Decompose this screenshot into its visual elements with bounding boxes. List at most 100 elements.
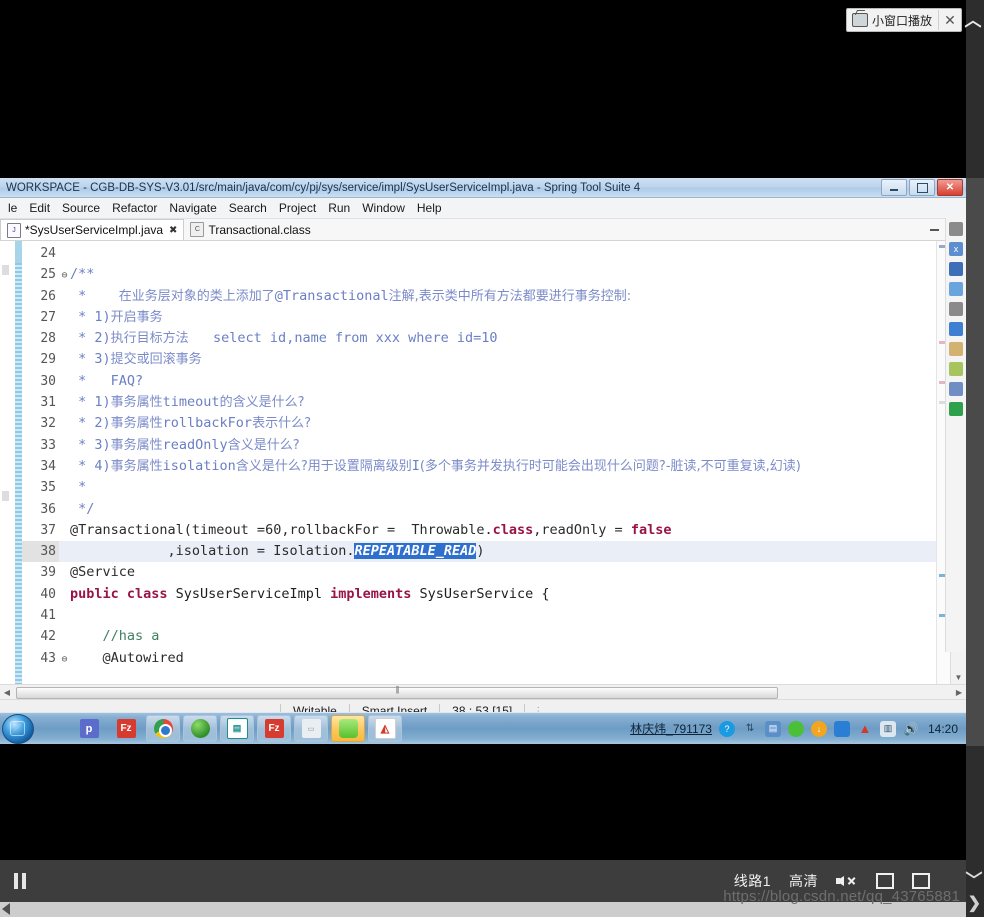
code-token: (多个事务并发执行时可能会出现什么问题?-脏读,不可重复读,幻读): [419, 458, 801, 474]
menu-item-help[interactable]: Help: [411, 198, 448, 218]
code-token: 含义是什么?: [227, 437, 300, 453]
volume-icon[interactable]: 🔊: [903, 721, 919, 737]
menu-item-project[interactable]: Project: [273, 198, 322, 218]
code-lines-container[interactable]: 24 25 ⊖/** 26 * 在业务层对象的类上添加了@Transactional注…: [22, 241, 936, 684]
code-line[interactable]: 27 * 1)开启事务: [22, 307, 936, 328]
menu-item-search[interactable]: Search: [223, 198, 273, 218]
network-icon[interactable]: ▥: [879, 720, 896, 737]
fullscreen-icon[interactable]: [912, 873, 930, 889]
shrink-icon[interactable]: [876, 873, 894, 889]
fz-icon: Fz: [264, 719, 284, 738]
code-text: * 在业务层对象的类上添加了@Transactional注解,表示类中所有方法都…: [70, 286, 631, 307]
taskbar-item-app-p[interactable]: p: [72, 715, 106, 742]
code-line[interactable]: 26 * 在业务层对象的类上添加了@Transactional注解,表示类中所有…: [22, 286, 936, 307]
tab-close-icon[interactable]: ✖: [167, 225, 177, 236]
taskbar-item-green-app[interactable]: [183, 715, 217, 742]
taskbar-item-teal-app[interactable]: ▤: [220, 715, 254, 742]
line-number: 38: [22, 541, 59, 563]
red-triangle-icon[interactable]: ▲: [857, 721, 873, 737]
code-line[interactable]: 37 @Transactional(timeout =60,rollbackFor…: [22, 520, 936, 541]
code-line[interactable]: 25 ⊖/**: [22, 264, 936, 285]
code-line[interactable]: 39 @Service: [22, 562, 936, 583]
tray-user-label[interactable]: 林庆炜_791173: [630, 720, 712, 737]
pip-playback-badge[interactable]: 小窗口播放 ✕: [845, 8, 962, 32]
clock[interactable]: 14:20: [926, 722, 958, 736]
menu-item-window[interactable]: Window: [356, 198, 411, 218]
code-line[interactable]: 28 * 2)执行目标方法 select id,name from xxx wh…: [22, 328, 936, 349]
code-token: 开启事务: [110, 309, 163, 325]
menu-item-file[interactable]: le: [2, 198, 23, 218]
line-number: 40: [40, 586, 56, 602]
perspective-icon-1[interactable]: [949, 222, 963, 236]
menu-item-navigate[interactable]: Navigate: [163, 198, 222, 218]
editor-horizontal-scrollbar[interactable]: ◀ ▶: [0, 684, 966, 699]
code-line[interactable]: 41: [22, 605, 936, 626]
code-line[interactable]: 43 ⊖ @Autowired: [22, 648, 936, 669]
taskbar-item-blank-window[interactable]: ▭: [294, 715, 328, 742]
code-line[interactable]: 42 //has a: [22, 626, 936, 647]
qq-icon[interactable]: ?: [718, 720, 735, 737]
blank-icon: ▭: [301, 719, 321, 738]
fold-toggle-icon[interactable]: ⊖: [59, 265, 70, 286]
window-titlebar[interactable]: WORKSPACE - CGB-DB-SYS-V3.01/src/main/ja…: [0, 178, 966, 198]
code-line[interactable]: 30 * FAQ?: [22, 371, 936, 392]
chevron-down-icon[interactable]: ﹀: [966, 868, 983, 890]
menu-item-edit[interactable]: Edit: [23, 198, 56, 218]
menu-item-run[interactable]: Run: [322, 198, 356, 218]
editor-annotation-ruler: [0, 241, 12, 684]
perspective-icon-4[interactable]: [949, 282, 963, 296]
scroll-left-arrow-icon[interactable]: ◀: [0, 688, 14, 697]
scroll-right-arrow-icon[interactable]: ▶: [952, 688, 966, 697]
code-editor-area[interactable]: 24 25 ⊖/** 26 * 在业务层对象的类上添加了@Transactional注…: [0, 241, 966, 684]
wechat-icon[interactable]: [787, 720, 804, 737]
chevron-right-icon[interactable]: ❯: [968, 893, 981, 913]
perspective-icon-2[interactable]: x: [949, 242, 963, 256]
pause-button[interactable]: [0, 860, 40, 902]
h-scrollbar-thumb[interactable]: [16, 687, 778, 699]
code-line[interactable]: 40 public class SysUserServiceImpl implem…: [22, 584, 936, 605]
code-line[interactable]: 38 ,isolation = Isolation.REPEATABLE_REA…: [22, 541, 936, 563]
menu-item-refactor[interactable]: Refactor: [106, 198, 163, 218]
perspective-icon-5[interactable]: [949, 302, 963, 316]
download-icon[interactable]: ↓: [810, 720, 827, 737]
tab-sysuserserviceimpl-java[interactable]: J *SysUserServiceImpl.java ✖: [0, 219, 185, 240]
taskbar-item-filezilla-2[interactable]: Fz: [257, 715, 291, 742]
minimize-button[interactable]: [881, 179, 907, 196]
restore-button[interactable]: [909, 179, 935, 196]
tab-label: Transactional.class: [208, 222, 311, 237]
menu-item-source[interactable]: Source: [56, 198, 106, 218]
code-line[interactable]: 32 * 2)事务属性rollbackFor表示什么?: [22, 413, 936, 434]
start-button[interactable]: [2, 713, 34, 744]
console-icon[interactable]: [949, 362, 963, 376]
mute-icon[interactable]: [836, 873, 858, 889]
taskbar-item-chrome[interactable]: [146, 715, 180, 742]
taskbar-item-wechat[interactable]: [331, 715, 365, 742]
security-shield-icon[interactable]: [833, 720, 850, 737]
code-line[interactable]: 34 * 4)事务属性isolation含义是什么?用于设置隔离级别I(多个事务…: [22, 456, 936, 477]
code-line[interactable]: 29 * 3)提交或回滚事务: [22, 349, 936, 370]
boot-dashboard-icon[interactable]: [949, 402, 963, 416]
problems-icon[interactable]: [949, 342, 963, 356]
line-number: 43: [40, 650, 56, 666]
tab-transactional-class[interactable]: C Transactional.class: [184, 220, 316, 240]
code-line[interactable]: 35 *: [22, 477, 936, 498]
prev-arrow-icon[interactable]: [2, 903, 10, 915]
close-button[interactable]: ✕: [937, 179, 963, 196]
close-icon[interactable]: ✕: [938, 10, 961, 30]
chevron-up-icon[interactable]: ︿: [964, 6, 982, 30]
scroll-down-arrow-icon[interactable]: ▼: [951, 670, 966, 684]
outline-icon[interactable]: [949, 322, 963, 336]
code-line[interactable]: 36 */: [22, 499, 936, 520]
show-hidden-icons-icon[interactable]: ⇅: [742, 721, 758, 737]
servers-icon[interactable]: [949, 382, 963, 396]
code-line[interactable]: 24: [22, 243, 936, 264]
code-line[interactable]: 33 * 3)事务属性readOnly含义是什么?: [22, 435, 936, 456]
search-icon[interactable]: [949, 262, 963, 276]
code-line[interactable]: 31 * 1)事务属性timeout的含义是什么?: [22, 392, 936, 413]
note-icon[interactable]: ▤: [764, 720, 781, 737]
fold-toggle-icon[interactable]: ⊖: [59, 649, 70, 670]
line-number: 28: [40, 331, 56, 347]
taskbar-item-thunder[interactable]: ◭: [368, 715, 402, 742]
editor-minimize-button[interactable]: [928, 221, 942, 235]
taskbar-item-filezilla-1[interactable]: Fz: [109, 715, 143, 742]
